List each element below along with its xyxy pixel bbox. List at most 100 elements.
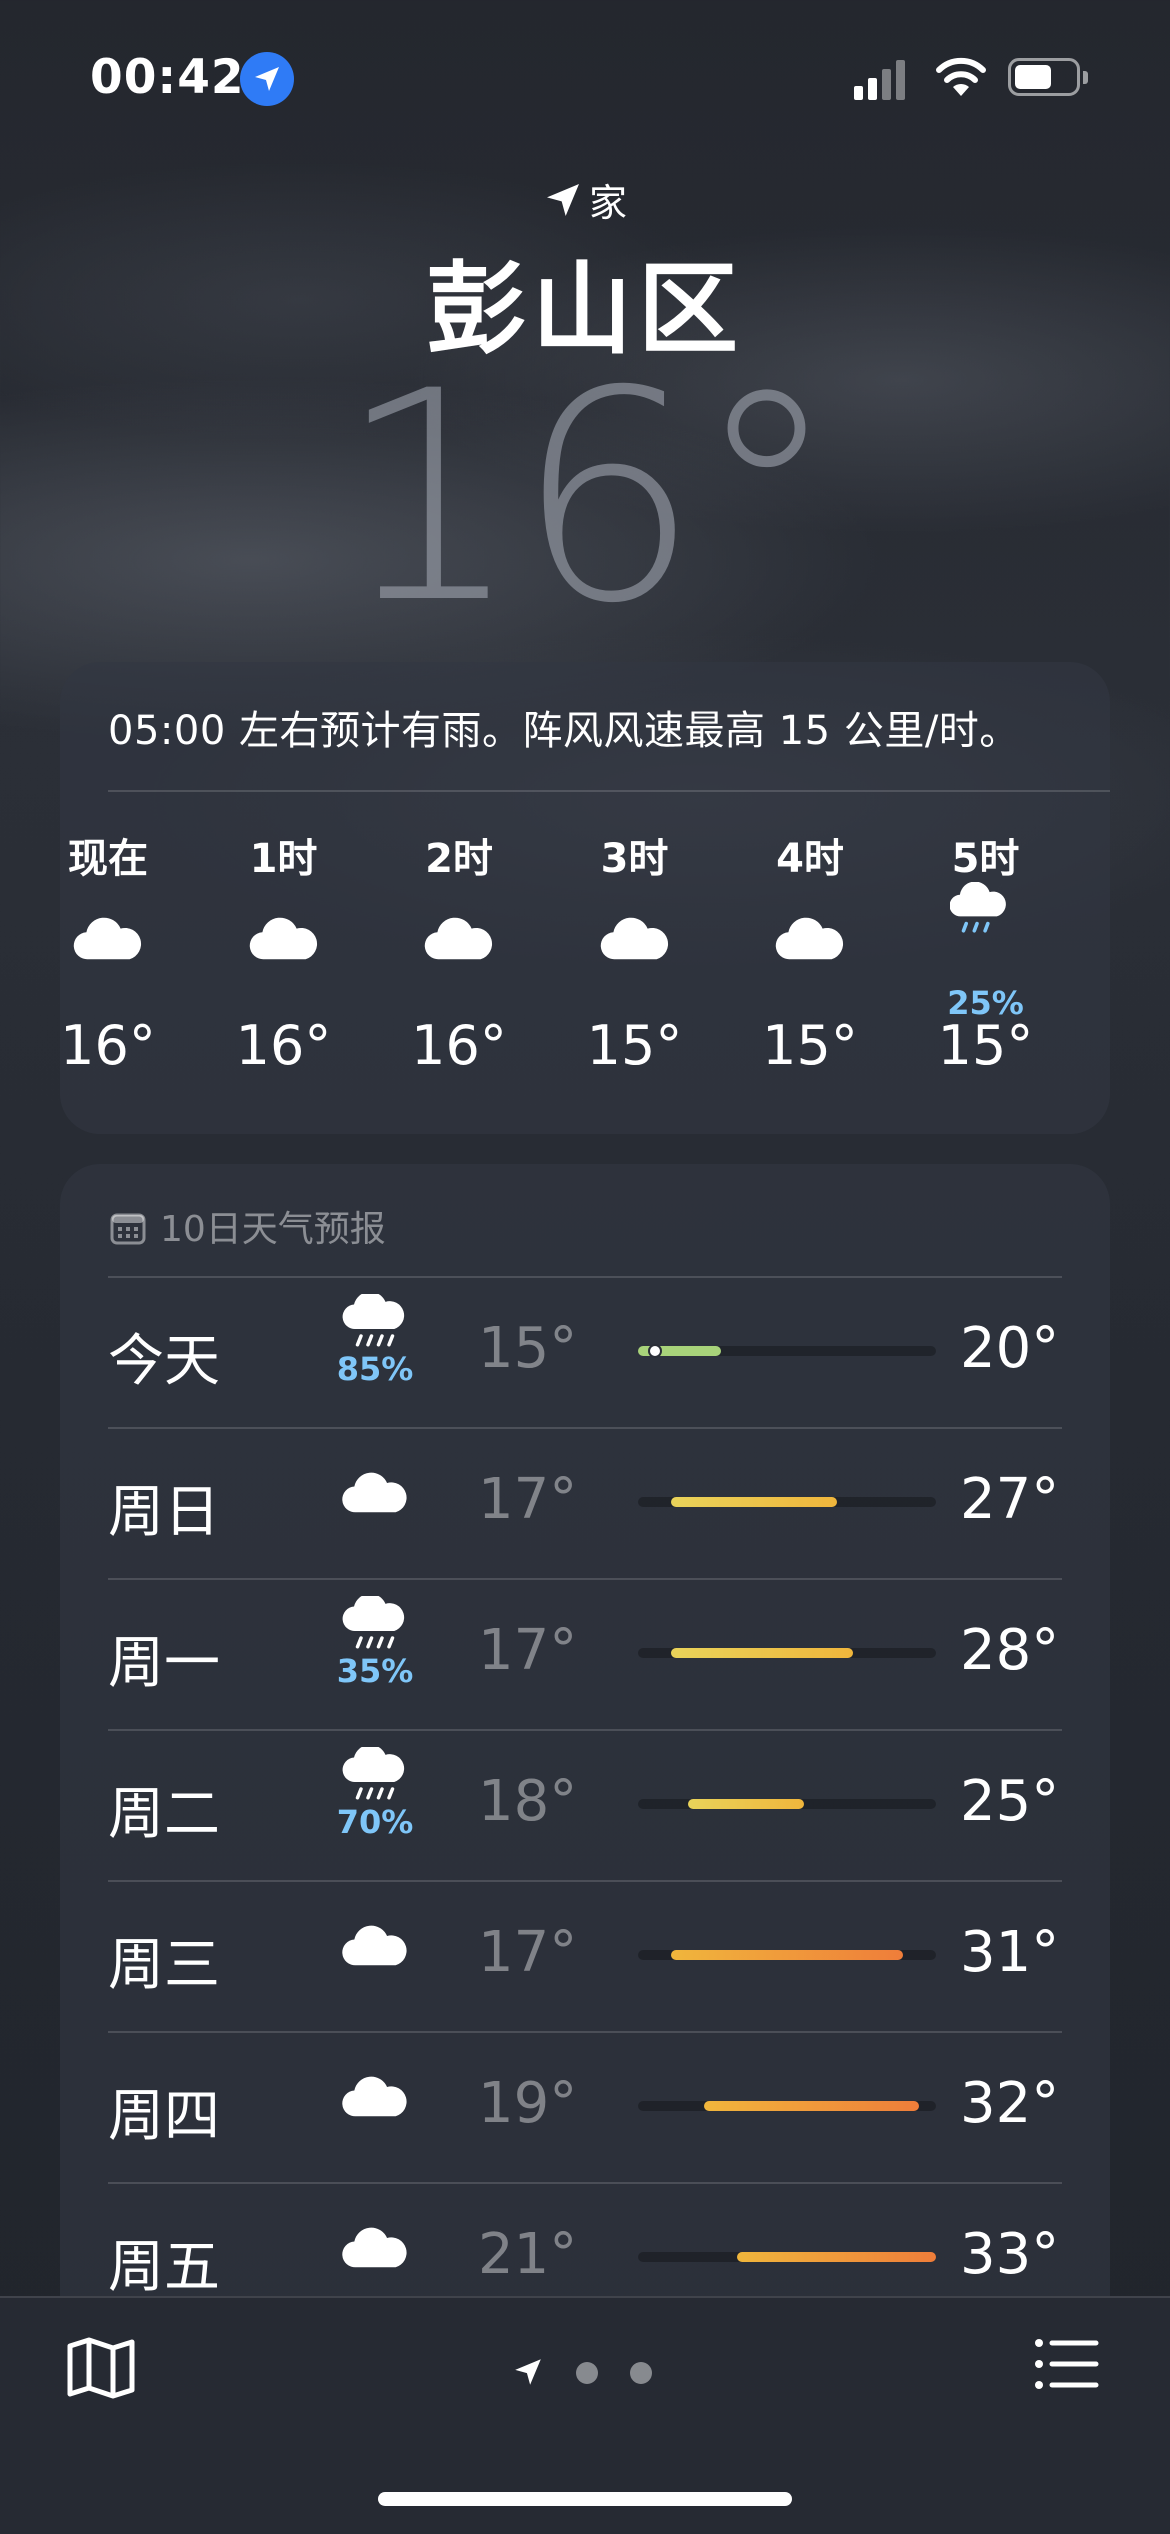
temp-range-track	[638, 1344, 936, 1358]
day-name: 周四	[108, 2084, 220, 2149]
forecast-summary: 05:00 左右预计有雨。阵风风速最高 15 公里/时。	[108, 708, 1020, 754]
row-divider	[108, 2031, 1062, 2033]
day-name: 周三	[108, 1933, 220, 1998]
daily-row[interactable]: 周二 70% 18° 25°	[60, 1729, 1110, 1880]
location-label: 家	[0, 172, 1170, 227]
temp-range-track	[638, 1799, 936, 1809]
home-label: 家	[588, 181, 627, 225]
page-indicator[interactable]	[512, 2350, 672, 2390]
daily-row[interactable]: 周一 35% 17° 28°	[60, 1578, 1110, 1729]
temp-range-track	[638, 1950, 936, 1960]
cloud-moon-rain-icon: 25%	[926, 876, 1046, 1022]
location-arrow-icon	[546, 184, 579, 216]
cloud-icon	[750, 876, 870, 996]
high-temp: 20°	[960, 1316, 1060, 1381]
hour-temp: 15°	[586, 1014, 683, 1077]
status-time: 00:42	[90, 50, 245, 105]
hour-label: 现在	[68, 836, 148, 882]
row-divider	[108, 1276, 1062, 1278]
precip-chance: 25%	[947, 984, 1024, 1022]
hour-label: 3时	[600, 836, 669, 882]
ten-day-title: 10日天气预报	[160, 1209, 386, 1250]
hour-label: 4时	[776, 836, 844, 882]
row-divider	[108, 1578, 1062, 1580]
status-bar: 00:42	[0, 50, 1170, 110]
hour-label: 5时	[951, 836, 1020, 882]
hourly-item: 5时 25% 15°	[926, 826, 1046, 1077]
temp-range-bar	[671, 1648, 854, 1658]
cloud-icon	[48, 876, 168, 996]
high-temp: 25°	[960, 1769, 1060, 1834]
hourly-item: 现在 16°	[48, 826, 168, 1077]
page-dot[interactable]	[630, 2362, 652, 2384]
battery-icon	[1008, 58, 1088, 96]
day-name: 周日	[108, 1480, 220, 1545]
card-divider	[108, 790, 1110, 792]
hour-label: 1时	[249, 836, 318, 882]
temp-range-track	[638, 1497, 936, 1507]
temp-range-bar	[671, 1950, 903, 1960]
cloud-icon	[330, 2075, 420, 2122]
cloud-icon	[330, 1471, 420, 1518]
low-temp: 17°	[478, 1920, 578, 1985]
cloud-icon	[330, 2226, 420, 2273]
low-temp: 21°	[478, 2222, 578, 2287]
precip-chance: 35%	[336, 1652, 414, 1690]
temp-range-bar	[687, 1799, 804, 1809]
daily-row[interactable]: 今天 85% 15° 20°	[60, 1276, 1110, 1427]
current-location-page-icon[interactable]	[512, 2356, 544, 2388]
low-temp: 18°	[478, 1769, 578, 1834]
calendar-icon	[110, 1213, 146, 1245]
hour-temp: 16°	[235, 1014, 332, 1077]
list-icon[interactable]	[1034, 2338, 1100, 2394]
hour-temp: 15°	[937, 1014, 1034, 1077]
hourly-item: 3时 15°	[575, 826, 695, 1077]
low-temp: 19°	[478, 2071, 578, 2136]
temp-range-track	[638, 2101, 936, 2111]
day-name: 周一	[108, 1631, 220, 1696]
low-temp: 17°	[478, 1467, 578, 1532]
hourly-forecast-card[interactable]: 05:00 左右预计有雨。阵风风速最高 15 公里/时。 现在 16° 1时 16° 2…	[60, 662, 1110, 1134]
temp-range-bar	[671, 1497, 837, 1507]
hour-temp: 15°	[762, 1014, 858, 1077]
day-name: 今天	[108, 1329, 220, 1394]
row-divider	[108, 1880, 1062, 1882]
home-indicator[interactable]	[378, 2492, 792, 2506]
daily-row[interactable]: 周三 17° 31°	[60, 1880, 1110, 2031]
page-dot[interactable]	[576, 2362, 598, 2384]
cloud-rain-icon: 35%	[330, 1593, 420, 1690]
wifi-icon	[935, 56, 987, 102]
location-services-icon	[240, 52, 294, 106]
low-temp: 15°	[478, 1316, 578, 1381]
high-temp: 31°	[960, 1920, 1060, 1985]
row-divider	[108, 1427, 1062, 1429]
low-temp: 17°	[478, 1618, 578, 1683]
current-temp-marker	[647, 1344, 662, 1358]
cloud-rain-icon: 85%	[330, 1291, 420, 1388]
cloud-icon	[399, 876, 519, 996]
temp-range-bar	[704, 2101, 920, 2111]
row-divider	[108, 1729, 1062, 1731]
daily-row[interactable]: 周日 17° 27°	[60, 1427, 1110, 1578]
current-temperature: 16°	[336, 330, 839, 667]
cellular-signal-icon	[852, 58, 912, 102]
ten-day-header: 10日天气预报	[110, 1200, 386, 1252]
hour-label: 2时	[425, 836, 493, 882]
temp-range-track	[638, 1648, 936, 1658]
precip-chance: 70%	[336, 1803, 414, 1841]
hourly-item: 1时 16°	[224, 826, 344, 1077]
precip-chance: 85%	[336, 1350, 414, 1388]
temp-range-bar	[737, 2252, 936, 2262]
cloud-icon	[224, 876, 344, 996]
cloud-icon	[330, 1924, 420, 1971]
map-icon[interactable]	[66, 2336, 136, 2404]
ten-day-forecast-card[interactable]: 10日天气预报 今天 85% 15° 20° 周日 17° 27° 周一 35% 17° 28° 周二…	[60, 1164, 1110, 2414]
hour-temp: 16°	[60, 1014, 156, 1077]
hourly-item: 2时 16°	[399, 826, 519, 1077]
high-temp: 32°	[960, 2071, 1060, 2136]
cloud-rain-icon: 70%	[330, 1744, 420, 1841]
daily-row[interactable]: 周四 19° 32°	[60, 2031, 1110, 2182]
day-name: 周五	[108, 2235, 220, 2300]
hour-temp: 16°	[411, 1014, 507, 1077]
high-temp: 33°	[960, 2222, 1060, 2287]
